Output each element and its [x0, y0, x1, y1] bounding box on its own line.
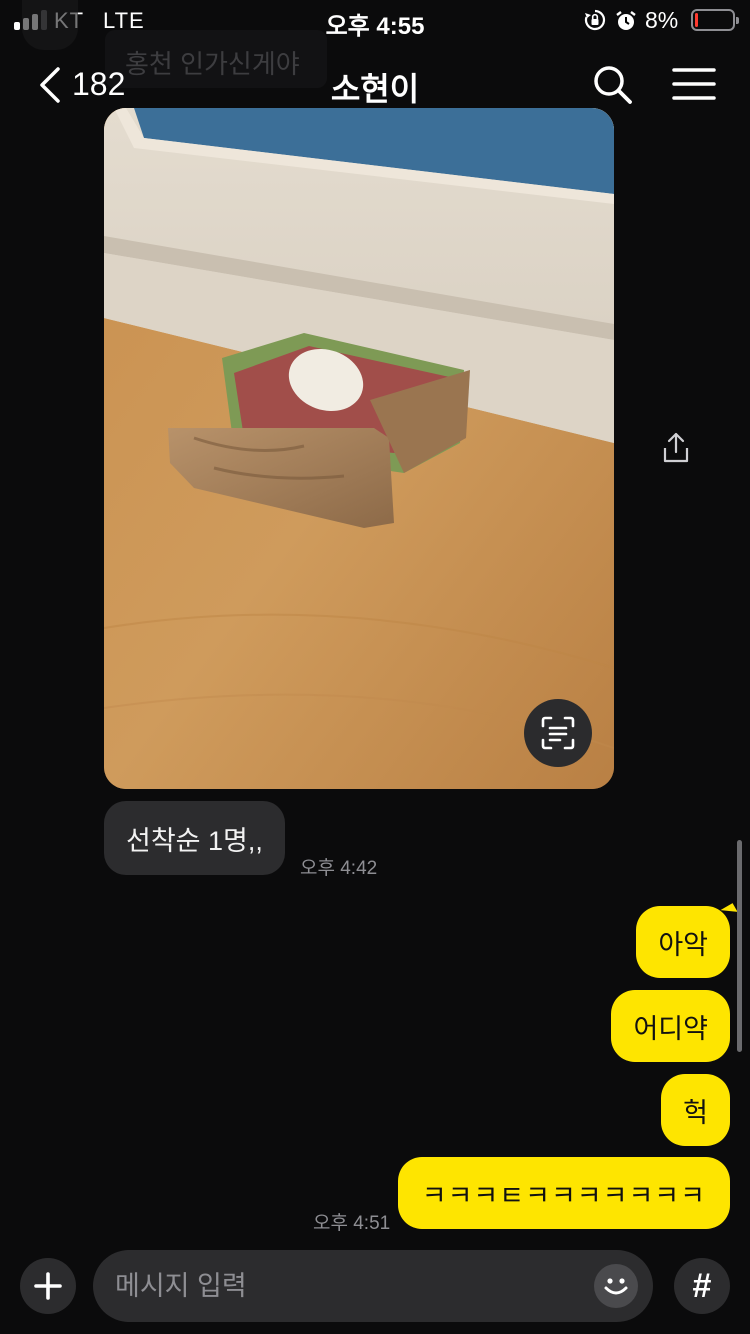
message-input[interactable] — [115, 1250, 585, 1322]
alarm-icon — [614, 9, 638, 38]
search-button[interactable] — [590, 62, 638, 106]
message-input-container — [93, 1250, 653, 1322]
battery-icon — [691, 9, 739, 31]
emoji-icon — [604, 1278, 628, 1295]
text-scan-button[interactable] — [524, 699, 592, 767]
outgoing-message[interactable]: 아악 — [636, 906, 730, 978]
message-time: 오후 4:51 — [313, 1213, 391, 1234]
message-text: 어디약 — [633, 1013, 708, 1044]
chevron-left-icon — [40, 67, 60, 103]
menu-icon — [672, 68, 716, 100]
chat-scrollbar[interactable] — [737, 840, 742, 1052]
photo-message[interactable] — [104, 108, 614, 789]
share-button[interactable] — [658, 430, 694, 466]
battery-level — [695, 13, 698, 27]
background-notification-text: 홍천 인가신게야 — [125, 49, 300, 79]
outgoing-message[interactable]: ㅋㅋㅋㅌㅋㅋㅋㅋㅋㅋㅋ — [397, 1157, 730, 1229]
battery-percent: 8% — [645, 7, 679, 33]
message-text: 헉 — [683, 1097, 708, 1128]
message-text: 선착순 1명,, — [126, 825, 263, 856]
hash-label: # — [692, 1266, 712, 1305]
plus-icon — [34, 1272, 62, 1300]
menu-button[interactable] — [672, 62, 720, 106]
orientation-lock-icon — [584, 9, 606, 36]
share-icon — [663, 432, 689, 463]
message-text: 아악 — [658, 929, 708, 960]
search-icon — [594, 66, 632, 104]
hashtag-search-button[interactable]: # — [674, 1258, 730, 1314]
background-notification-avatar — [22, 0, 78, 50]
outgoing-message[interactable]: 어디약 — [611, 990, 730, 1062]
message-time: 오후 4:42 — [300, 858, 378, 879]
message-text: ㅋㅋㅋㅌㅋㅋㅋㅋㅋㅋㅋ — [421, 1180, 706, 1211]
back-button[interactable]: 182 — [36, 62, 136, 106]
sandwich-photo — [104, 108, 614, 789]
text-scan-icon — [541, 716, 575, 750]
outgoing-message[interactable]: 헉 — [661, 1074, 730, 1146]
incoming-message[interactable]: 선착순 1명,, — [104, 801, 285, 875]
chat-title: 소현이 — [330, 71, 420, 107]
attach-button[interactable] — [20, 1258, 76, 1314]
emoji-button[interactable] — [594, 1264, 638, 1308]
unread-chat-count: 182 — [72, 66, 126, 102]
